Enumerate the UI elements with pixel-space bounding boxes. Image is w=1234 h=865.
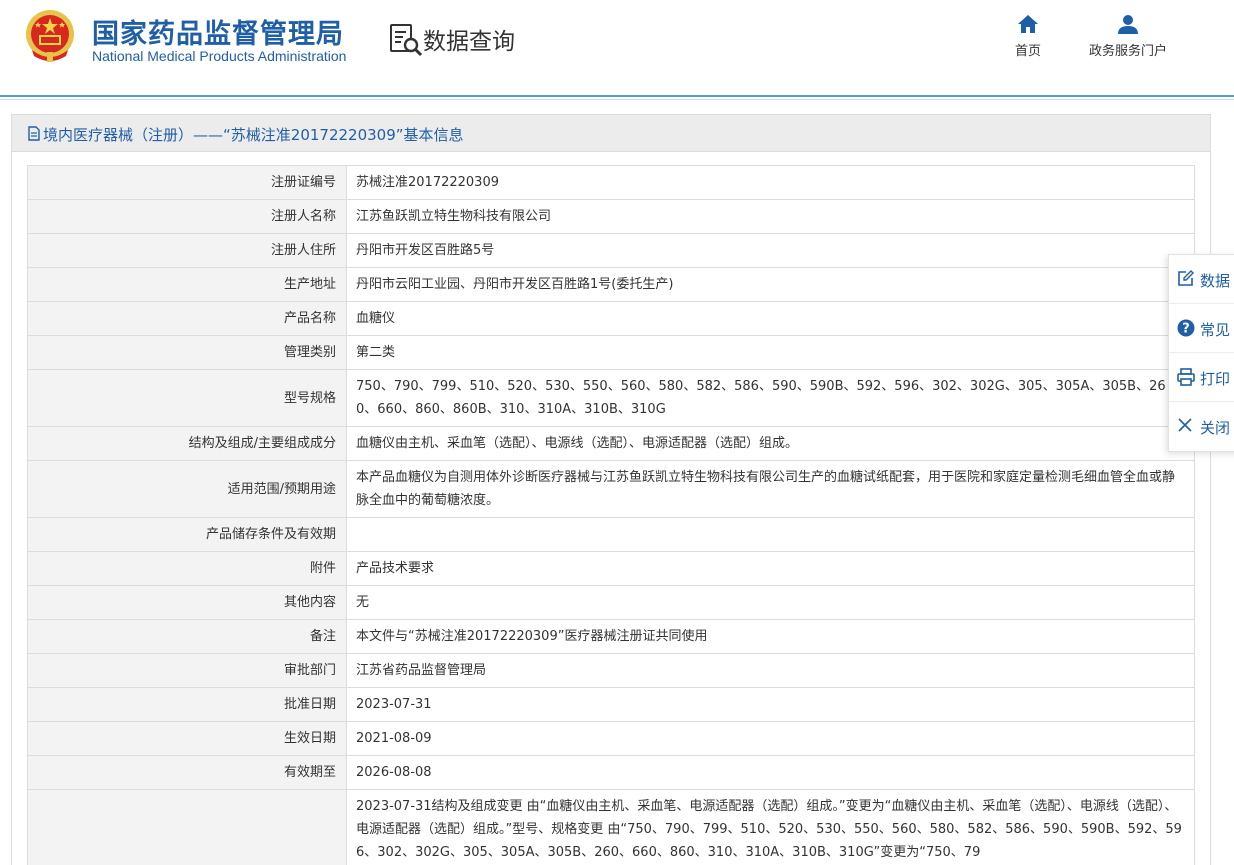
side-item-data[interactable]: 数据 bbox=[1169, 255, 1234, 304]
detail-label: 注册人住所 bbox=[27, 233, 347, 268]
detail-row: 型号规格 750、790、799、510、520、530、550、560、580、… bbox=[27, 369, 1195, 427]
nav-home-label: 首页 bbox=[1014, 44, 1041, 59]
detail-row: 管理类别 第二类 bbox=[27, 335, 1195, 370]
side-item-label: 常见 bbox=[1200, 321, 1231, 339]
detail-value: 2023-07-31 bbox=[346, 687, 1195, 722]
org-name-en: National Medical Products Administration bbox=[92, 48, 347, 64]
detail-label: 生产地址 bbox=[27, 267, 347, 302]
side-item-label: 数据 bbox=[1200, 272, 1231, 290]
detail-table: 注册证编号 苏械注准20172220309 注册人名称 江苏鱼跃凯立特生物科技有限公司… bbox=[27, 165, 1195, 865]
user-icon bbox=[1118, 15, 1138, 34]
detail-row: 2023-07-31结构及组成变更 由“血糖仪由主机、采血笔、电源适配器（选配）… bbox=[27, 789, 1195, 865]
side-item-label: 打印 bbox=[1200, 370, 1231, 388]
detail-value: 产品技术要求 bbox=[346, 551, 1195, 586]
detail-value: 苏械注准20172220309 bbox=[346, 165, 1195, 200]
detail-value: 血糖仪 bbox=[346, 301, 1195, 336]
detail-row: 备注 本文件与“苏械注准20172220309”医疗器械注册证共同使用 bbox=[27, 619, 1195, 654]
nav-home[interactable]: 首页 bbox=[1006, 14, 1050, 59]
edit-icon bbox=[1178, 270, 1194, 286]
detail-row: 审批部门 江苏省药品监督管理局 bbox=[27, 653, 1195, 688]
detail-label: 附件 bbox=[27, 551, 347, 586]
close-icon bbox=[1178, 418, 1192, 432]
header-divider bbox=[0, 95, 1234, 97]
data-query-icon bbox=[390, 24, 423, 57]
detail-label: 型号规格 bbox=[27, 369, 347, 427]
panel-header: 境内医疗器械（注册）——“苏械注准20172220309”基本信息 bbox=[12, 115, 1210, 152]
site-header: 国家药品监督管理局 National Medical Products Admi… bbox=[0, 0, 1234, 96]
detail-label: 审批部门 bbox=[27, 653, 347, 688]
home-icon bbox=[1018, 15, 1038, 33]
detail-row: 生产地址 丹阳市云阳工业园、丹阳市开发区百胜路1号(委托生产) bbox=[27, 267, 1195, 302]
nav-service-portal[interactable]: 政务服务门户 bbox=[1076, 14, 1180, 59]
detail-value: 丹阳市云阳工业园、丹阳市开发区百胜路1号(委托生产) bbox=[346, 267, 1195, 302]
detail-row: 有效期至 2026-08-08 bbox=[27, 755, 1195, 790]
svg-text:?: ? bbox=[1182, 322, 1190, 337]
printer-icon bbox=[1177, 368, 1195, 386]
detail-label: 其他内容 bbox=[27, 585, 347, 620]
detail-label: 管理类别 bbox=[27, 335, 347, 370]
national-emblem-icon bbox=[26, 10, 74, 62]
question-circle-icon: ? bbox=[1177, 319, 1195, 337]
detail-row: 注册证编号 苏械注准20172220309 bbox=[27, 165, 1195, 200]
detail-label: 注册人名称 bbox=[27, 199, 347, 234]
detail-row: 注册人住所 丹阳市开发区百胜路5号 bbox=[27, 233, 1195, 268]
document-icon bbox=[28, 126, 40, 141]
detail-label: 产品储存条件及有效期 bbox=[27, 517, 347, 552]
detail-row: 生效日期 2021-08-09 bbox=[27, 721, 1195, 756]
detail-row: 批准日期 2023-07-31 bbox=[27, 687, 1195, 722]
detail-label: 批准日期 bbox=[27, 687, 347, 722]
detail-label: 生效日期 bbox=[27, 721, 347, 756]
detail-value: 本文件与“苏械注准20172220309”医疗器械注册证共同使用 bbox=[346, 619, 1195, 654]
detail-value: 无 bbox=[346, 585, 1195, 620]
detail-value: 2023-07-31结构及组成变更 由“血糖仪由主机、采血笔、电源适配器（选配）… bbox=[346, 789, 1195, 865]
side-item-close[interactable]: 关闭 bbox=[1169, 402, 1234, 451]
nav-portal-label: 政务服务门户 bbox=[1088, 44, 1167, 59]
data-query-title: 数据查询 bbox=[423, 29, 515, 55]
detail-value: 本产品血糖仪为自测用体外诊断医疗器械与江苏鱼跃凯立特生物科技有限公司生产的血糖试… bbox=[346, 460, 1195, 518]
detail-value bbox=[346, 517, 1195, 552]
detail-label: 适用范围/预期用途 bbox=[27, 460, 347, 518]
side-item-faq[interactable]: ? 常见 bbox=[1169, 304, 1234, 353]
org-name-cn: 国家药品监督管理局 bbox=[92, 19, 344, 50]
detail-row: 其他内容无 bbox=[27, 585, 1195, 620]
detail-value: 2021-08-09 bbox=[346, 721, 1195, 756]
detail-label bbox=[27, 789, 347, 865]
detail-label: 备注 bbox=[27, 619, 347, 654]
detail-value: 丹阳市开发区百胜路5号 bbox=[346, 233, 1195, 268]
detail-row: 结构及组成/主要组成成分 血糖仪由主机、采血笔（选配）、电源线（选配）、电源适配器… bbox=[27, 426, 1195, 461]
detail-value: 江苏鱼跃凯立特生物科技有限公司 bbox=[346, 199, 1195, 234]
detail-value: 750、790、799、510、520、530、550、560、580、582、… bbox=[346, 369, 1195, 427]
detail-value: 血糖仪由主机、采血笔（选配）、电源线（选配）、电源适配器（选配）组成。 bbox=[346, 426, 1195, 461]
header-divider-light bbox=[0, 99, 1234, 100]
detail-value: 江苏省药品监督管理局 bbox=[346, 653, 1195, 688]
detail-row: 适用范围/预期用途 本产品血糖仪为自测用体外诊断医疗器械与江苏鱼跃凯立特生物科技有… bbox=[27, 460, 1195, 518]
side-item-label: 关闭 bbox=[1200, 419, 1231, 437]
detail-row: 产品储存条件及有效期 bbox=[27, 517, 1195, 552]
detail-label: 产品名称 bbox=[27, 301, 347, 336]
detail-label: 结构及组成/主要组成成分 bbox=[27, 426, 347, 461]
panel-title: 境内医疗器械（注册）——“苏械注准20172220309”基本信息 bbox=[43, 126, 464, 144]
detail-row: 注册人名称 江苏鱼跃凯立特生物科技有限公司 bbox=[27, 199, 1195, 234]
detail-label: 注册证编号 bbox=[27, 165, 347, 200]
side-item-print[interactable]: 打印 bbox=[1169, 353, 1234, 402]
detail-label: 有效期至 bbox=[27, 755, 347, 790]
detail-row: 产品名称 血糖仪 bbox=[27, 301, 1195, 336]
detail-value: 第二类 bbox=[346, 335, 1195, 370]
side-toolbar: 数据 ? 常见 打印 关闭 bbox=[1168, 254, 1234, 452]
detail-value: 2026-08-08 bbox=[346, 755, 1195, 790]
detail-row: 附件 产品技术要求 bbox=[27, 551, 1195, 586]
